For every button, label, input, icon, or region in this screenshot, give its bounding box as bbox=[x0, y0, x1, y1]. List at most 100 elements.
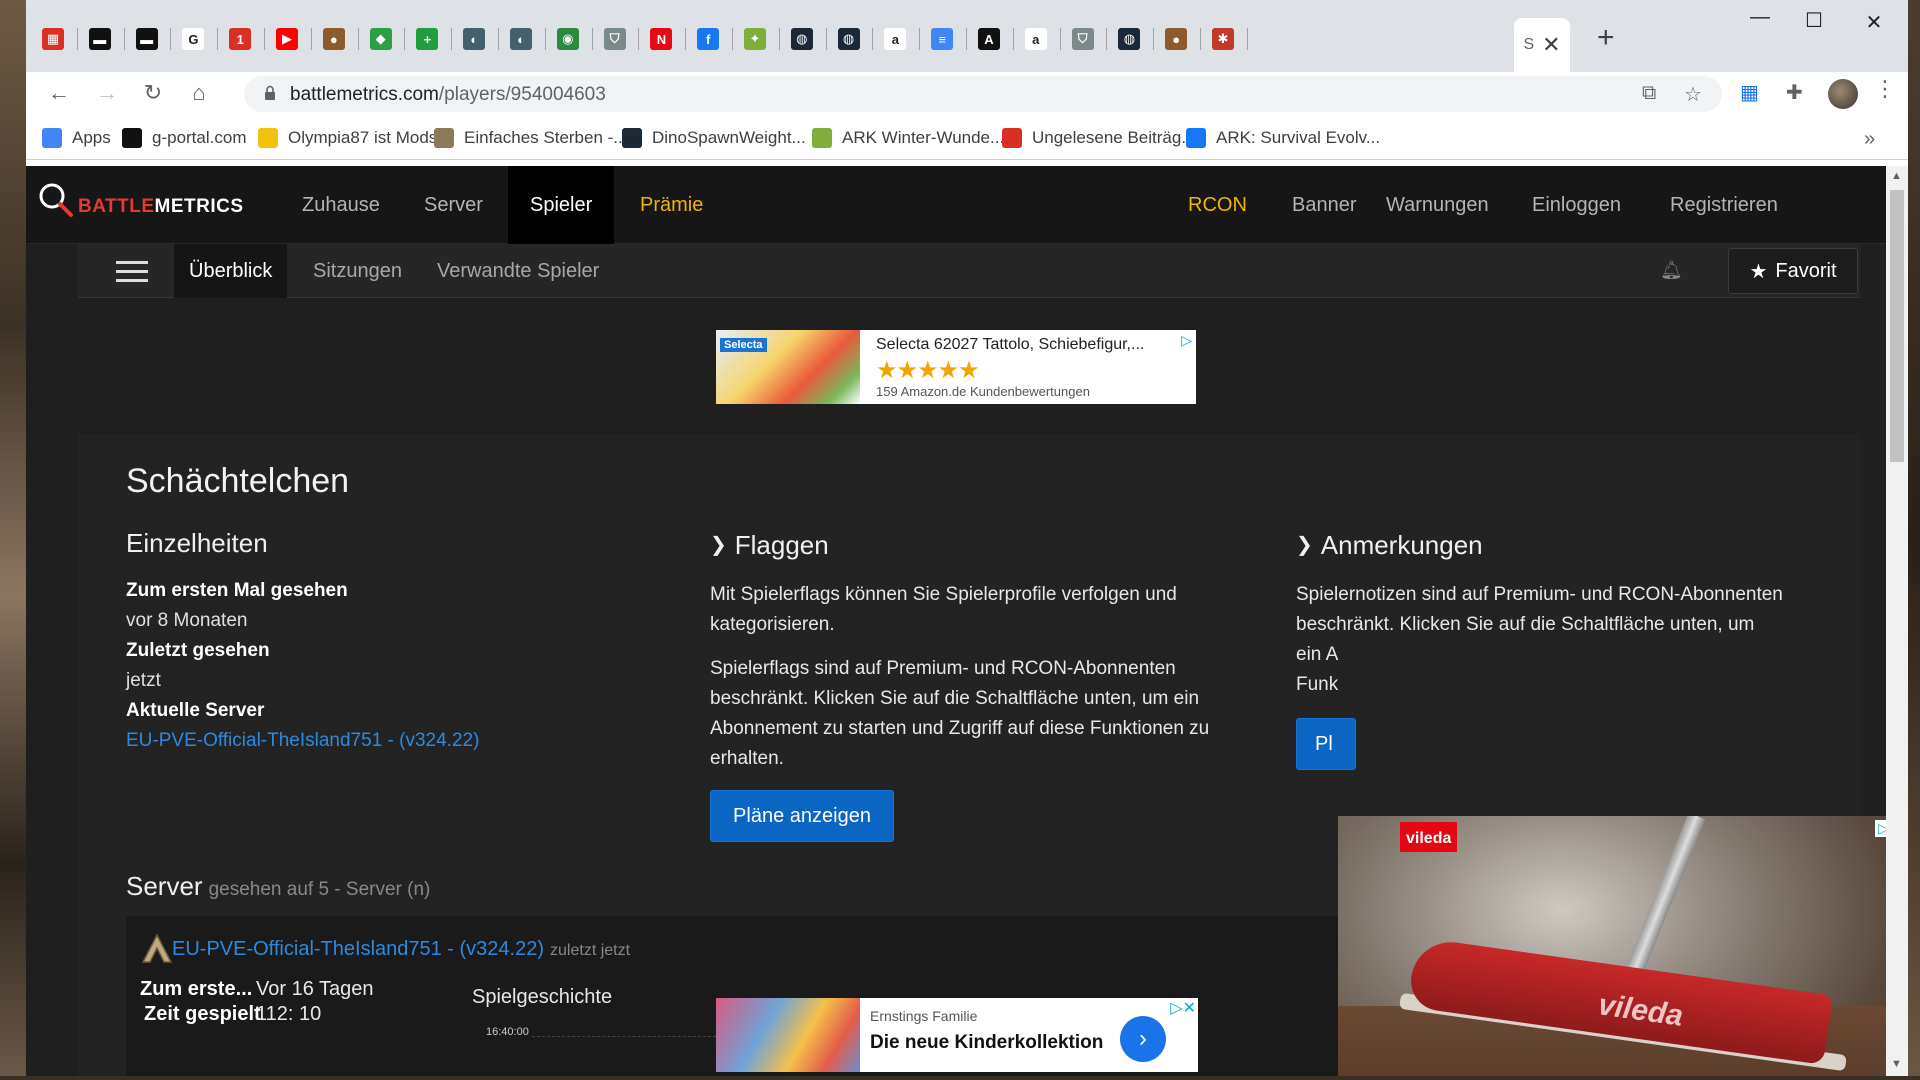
notes-heading-label: Anmerkungen bbox=[1320, 530, 1483, 560]
ad-advertiser: Ernstings Familie bbox=[870, 1008, 978, 1024]
nav-server[interactable]: Server bbox=[402, 166, 505, 244]
bookmark-item[interactable]: Einfaches Sterben -... bbox=[434, 128, 627, 148]
tab-verwandte-spieler[interactable]: Verwandte Spieler bbox=[422, 244, 614, 298]
first-seen-short-value: Vor 16 Tagen bbox=[256, 978, 374, 1000]
menu-kebab-icon[interactable]: ⋮ bbox=[1874, 76, 1896, 102]
green-gem-icon: ◆ bbox=[369, 28, 392, 50]
reload-icon[interactable]: ↻ bbox=[138, 78, 168, 108]
close-window-icon[interactable]: ✕ bbox=[1854, 10, 1894, 35]
nav-warnungen[interactable]: Warnungen bbox=[1364, 166, 1511, 244]
ad-close-icon[interactable]: ▷✕ bbox=[1170, 998, 1196, 1018]
trophy-icon bbox=[258, 128, 278, 148]
scroll-down-icon[interactable]: ▼ bbox=[1891, 1058, 1902, 1070]
shield-icon: ⛉ bbox=[603, 28, 626, 50]
red-dino-icon: ✱ bbox=[1212, 28, 1234, 50]
time-played-value: 112: 10 bbox=[256, 1003, 322, 1025]
show-plans-button[interactable]: Pläne anzeigen bbox=[710, 790, 894, 842]
bookmark-item[interactable]: DinoSpawnWeight... bbox=[622, 128, 806, 148]
apps-grid-icon bbox=[42, 128, 62, 148]
chevron-down-icon: ❯ bbox=[1296, 534, 1313, 556]
page-scrollbar[interactable]: ▲ ▼ bbox=[1886, 166, 1908, 1076]
bookmark-item[interactable]: g-portal.com bbox=[122, 128, 246, 148]
browser-tab[interactable]: ✱ bbox=[1196, 24, 1250, 54]
video-ad-overlay[interactable]: vileda vileda 🔇︎ ▷ bbox=[1338, 816, 1886, 1076]
site-logo[interactable]: BATTLEMETRICS bbox=[78, 196, 244, 218]
bookmark-item[interactable]: ARK: Survival Evolv... bbox=[1186, 128, 1380, 148]
bookmark-item[interactable]: Apps bbox=[42, 128, 111, 148]
minimize-icon[interactable]: — bbox=[1740, 6, 1780, 29]
notes-line-3: ein A bbox=[1296, 644, 1339, 665]
desktop-wallpaper-left bbox=[0, 0, 26, 1080]
translate-icon[interactable]: ⧉ bbox=[1642, 82, 1656, 105]
flags-description: Mit Spielerflags können Sie Spielerprofi… bbox=[710, 584, 1177, 635]
flags-heading[interactable]: ❯ Flaggen bbox=[710, 530, 829, 561]
browser-toolbar: ← → ↻ ⌂ battlemetrics.com/players/954004… bbox=[26, 72, 1908, 114]
adchoices-icon[interactable]: ▷ bbox=[1181, 332, 1192, 349]
bookmark-item[interactable]: Olympia87 ist Mods bbox=[258, 128, 437, 148]
ad-kids-image bbox=[716, 998, 860, 1072]
address-bar[interactable]: battlemetrics.com/players/954004603 ⧉ ☆ bbox=[244, 76, 1722, 112]
favorite-button[interactable]: ★ Favorit bbox=[1728, 248, 1858, 294]
bookmark-star-icon[interactable]: ☆ bbox=[1684, 82, 1702, 107]
nav-rcon[interactable]: RCON bbox=[1166, 166, 1269, 244]
server-link[interactable]: EU-PVE-Official-TheIsland751 - (v324.22)… bbox=[172, 938, 630, 961]
play-history-label: Spielgeschichte bbox=[472, 986, 613, 1008]
ad-title: Selecta 62027 Tattolo, Schiebefigur,... bbox=[876, 336, 1145, 353]
bookmark-label: DinoSpawnWeight... bbox=[652, 128, 806, 147]
history-time-tick: 16:40:00 bbox=[486, 1026, 529, 1038]
player-name: Schächtelchen bbox=[126, 462, 350, 500]
notes-plans-button[interactable]: Pl bbox=[1296, 718, 1356, 770]
flags-restriction-text: Spielerflags sind auf Premium- und RCON-… bbox=[710, 658, 1210, 769]
calendar-icon: ▦ bbox=[42, 28, 64, 50]
vileda-logo: vileda bbox=[1400, 822, 1458, 852]
url-text: battlemetrics.com/players/954004603 bbox=[290, 84, 606, 106]
ad-headline: Die neue Kinderkollektion bbox=[870, 1032, 1104, 1053]
forward-arrow-icon[interactable]: → bbox=[92, 78, 122, 108]
netflix-icon: N bbox=[650, 28, 673, 50]
ad-arrow-right-icon[interactable]: › bbox=[1120, 1016, 1166, 1062]
tab-ueberblick[interactable]: Überblick bbox=[174, 244, 288, 298]
notes-heading[interactable]: ❯ Anmerkungen bbox=[1296, 530, 1483, 561]
facebook-icon bbox=[1186, 128, 1206, 148]
tab-sitzungen[interactable]: Sitzungen bbox=[298, 244, 417, 298]
shield-icon: ⛉ bbox=[1071, 28, 1094, 50]
ad-banner-top[interactable]: Selecta Selecta 62027 Tattolo, Schiebefi… bbox=[716, 330, 1196, 404]
bookmark-item[interactable]: Ungelesene Beiträg... bbox=[1002, 128, 1196, 148]
nav-spieler[interactable]: Spieler bbox=[508, 166, 615, 244]
ark-icon: A bbox=[978, 28, 1000, 50]
current-server-link[interactable]: EU-PVE-Official-TheIsland751 - (v324.22) bbox=[126, 730, 479, 752]
extensions-puzzle-icon[interactable]: ✚ bbox=[1786, 80, 1803, 105]
servers-heading: Server gesehen auf 5 - Server (n) bbox=[126, 871, 430, 902]
nav-registrieren[interactable]: Registrieren bbox=[1648, 166, 1800, 244]
player-subnav: Überblick Sitzungen Verwandte Spieler 🔔︎… bbox=[78, 244, 1860, 298]
logo-text-red: BATTLE bbox=[78, 196, 155, 217]
hamburger-menu-icon[interactable] bbox=[116, 261, 148, 283]
nav-banner[interactable]: Banner bbox=[1270, 166, 1379, 244]
adchoices-icon[interactable]: ▷ bbox=[1875, 820, 1886, 837]
bookmark-label: Einfaches Sterben -... bbox=[464, 128, 628, 147]
home-icon[interactable]: ⌂ bbox=[184, 78, 214, 108]
ad-reviews: 159 Amazon.de Kundenbewertungen bbox=[876, 384, 1090, 399]
maximize-icon[interactable]: ☐ bbox=[1794, 8, 1834, 33]
bookmarks-overflow-icon[interactable]: » bbox=[1864, 128, 1875, 151]
bookmark-item[interactable]: ARK Winter-Wunde... bbox=[812, 128, 1004, 148]
favorite-label: Favorit bbox=[1775, 259, 1837, 282]
ad-banner-bottom[interactable]: Ernstings Familie Die neue Kinderkollekt… bbox=[716, 998, 1198, 1072]
extension-grid-icon[interactable]: ▦ bbox=[1740, 80, 1759, 105]
back-arrow-icon[interactable]: ← bbox=[44, 78, 74, 108]
magnifier-logo-icon[interactable] bbox=[38, 182, 74, 218]
bird-icon: ✦ bbox=[744, 28, 766, 50]
scroll-thumb[interactable] bbox=[1890, 190, 1904, 462]
tab-active[interactable]: S ✕ bbox=[1514, 18, 1570, 72]
current-servers-label: Aktuelle Server bbox=[126, 700, 265, 721]
nav-praemie[interactable]: Prämie bbox=[618, 166, 725, 244]
bell-icon[interactable]: 🔔︎ bbox=[1660, 260, 1683, 281]
nav-zuhause[interactable]: Zuhause bbox=[280, 166, 402, 244]
profile-avatar[interactable] bbox=[1828, 79, 1858, 109]
green-plus-icon: + bbox=[416, 28, 439, 50]
nav-einloggen[interactable]: Einloggen bbox=[1510, 166, 1643, 244]
new-tab-button[interactable]: + bbox=[1597, 23, 1615, 53]
close-tab-icon[interactable]: ✕ bbox=[1542, 32, 1560, 58]
servers-heading-label: Server bbox=[126, 871, 203, 901]
scroll-up-icon[interactable]: ▲ bbox=[1891, 170, 1902, 182]
